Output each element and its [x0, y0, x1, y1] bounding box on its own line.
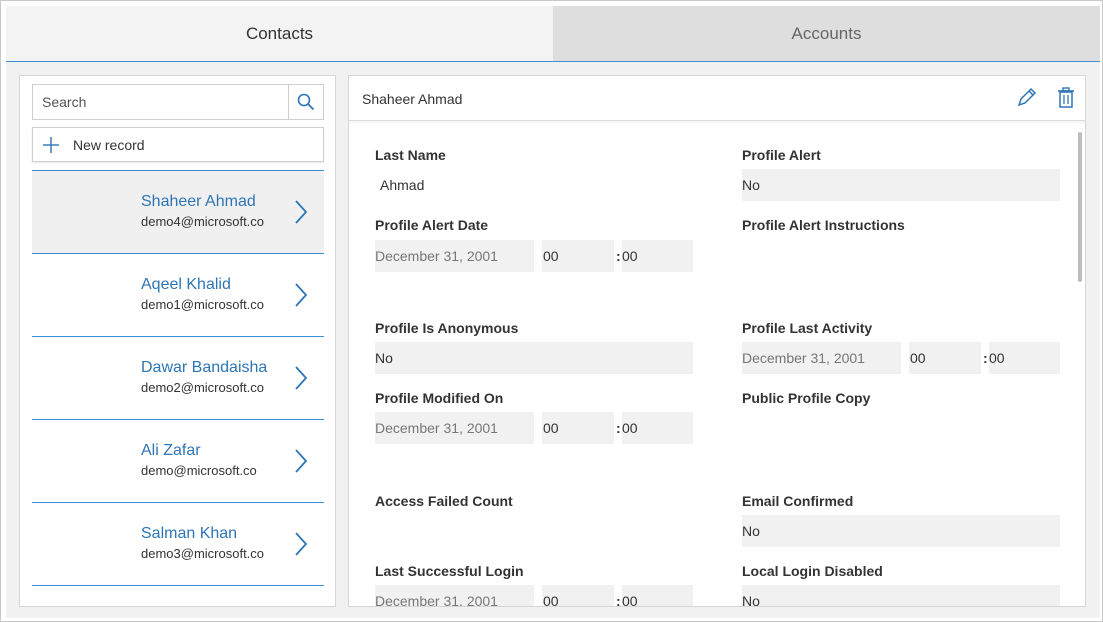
search-input[interactable]	[33, 85, 289, 119]
trash-icon	[1058, 87, 1074, 108]
profile-modified-on-label: Profile Modified On	[375, 390, 504, 406]
profile-alert-field[interactable]: No	[742, 169, 1060, 201]
access-failed-count-label: Access Failed Count	[375, 493, 513, 509]
profile-alert-date-field[interactable]: December 31, 2001	[375, 240, 534, 272]
profile-modified-on-minute-field[interactable]: 00	[622, 412, 693, 444]
contact-email: demo@microsoft.co	[141, 463, 257, 478]
time-separator: :	[616, 593, 621, 607]
profile-alert-hour-field[interactable]: 00	[542, 240, 614, 272]
contact-email: demo4@microsoft.co	[141, 214, 265, 229]
contact-name: Ali Zafar	[141, 442, 201, 459]
search-box	[32, 84, 324, 120]
profile-last-activity-label: Profile Last Activity	[742, 320, 873, 336]
contact-email: demo1@microsoft.co	[141, 297, 265, 312]
list-item[interactable]: Shaheer Ahmad demo4@microsoft.co	[32, 171, 324, 254]
contact-email: demo2@microsoft.co	[141, 380, 265, 395]
last-name-label: Last Name	[375, 147, 446, 163]
time-separator: :	[616, 420, 621, 436]
plus-icon	[43, 136, 59, 153]
profile-alert-minute-field[interactable]: 00	[622, 240, 693, 272]
last-successful-login-minute-field[interactable]: 00	[622, 585, 693, 606]
edit-button[interactable]	[1014, 86, 1038, 110]
new-record-button[interactable]: New record	[32, 127, 324, 162]
profile-modified-on-date-field[interactable]: December 31, 2001	[375, 412, 534, 444]
public-profile-copy-label: Public Profile Copy	[742, 390, 871, 406]
app-frame: Contacts Accounts New record	[0, 0, 1103, 622]
profile-modified-on-hour-field[interactable]: 00	[542, 412, 614, 444]
profile-alert-date-label: Profile Alert Date	[375, 217, 489, 233]
list-item[interactable]: Ali Zafar demo@microsoft.co	[32, 420, 324, 503]
list-item[interactable]: Aqeel Khalid demo1@microsoft.co	[32, 254, 324, 337]
new-record-label: New record	[73, 136, 145, 153]
detail-form: Last Name Ahmad Profile Alert No Profile…	[349, 122, 1085, 607]
last-name-field[interactable]: Ahmad	[375, 169, 693, 201]
local-login-disabled-field[interactable]: No	[742, 585, 1060, 606]
chevron-right-icon	[295, 283, 308, 307]
detail-panel: Shaheer Ahmad Last Name Ahmad Profile Al…	[348, 75, 1086, 607]
chevron-right-icon	[295, 449, 308, 473]
contacts-panel: New record Shaheer Ahmad demo4@microsoft…	[19, 75, 336, 607]
contact-name: Salman Khan	[141, 525, 238, 542]
email-confirmed-field[interactable]: No	[742, 515, 1060, 547]
detail-title: Shaheer Ahmad	[362, 91, 463, 107]
form-scrollbar[interactable]	[1078, 132, 1082, 282]
time-separator: :	[983, 350, 988, 366]
detail-header: Shaheer Ahmad	[349, 76, 1085, 121]
profile-is-anonymous-label: Profile Is Anonymous	[375, 320, 519, 336]
time-separator: :	[616, 248, 621, 264]
tab-accounts[interactable]: Accounts	[553, 6, 1100, 62]
local-login-disabled-label: Local Login Disabled	[742, 563, 883, 579]
chevron-right-icon	[295, 200, 308, 224]
tab-contacts[interactable]: Contacts	[6, 6, 553, 62]
contact-list: Shaheer Ahmad demo4@microsoft.co Aqeel K…	[32, 170, 324, 600]
email-confirmed-label: Email Confirmed	[742, 493, 854, 509]
profile-alert-label: Profile Alert	[742, 147, 821, 163]
chevron-right-icon	[295, 532, 308, 556]
profile-last-activity-minute-field[interactable]: 00	[989, 342, 1060, 374]
delete-button[interactable]	[1054, 86, 1078, 110]
contact-name: Shaheer Ahmad	[141, 193, 256, 210]
last-successful-login-hour-field[interactable]: 00	[542, 585, 614, 606]
search-button[interactable]	[288, 85, 323, 119]
list-item[interactable]: Salman Khan demo3@microsoft.co	[32, 503, 324, 586]
contact-name: Aqeel Khalid	[141, 276, 231, 293]
list-item[interactable]: Dawar Bandaisha demo2@microsoft.co	[32, 337, 324, 420]
chevron-right-icon	[295, 366, 308, 390]
profile-last-activity-hour-field[interactable]: 00	[909, 342, 981, 374]
last-successful-login-date-field[interactable]: December 31, 2001	[375, 585, 534, 606]
contact-name: Dawar Bandaisha	[141, 359, 268, 376]
profile-last-activity-date-field[interactable]: December 31, 2001	[742, 342, 901, 374]
pencil-icon	[1017, 87, 1037, 107]
contact-email: demo3@microsoft.co	[141, 546, 265, 561]
last-successful-login-label: Last Successful Login	[375, 563, 524, 579]
search-icon	[297, 93, 315, 111]
tab-bar: Contacts Accounts	[6, 6, 1100, 62]
profile-alert-instructions-label: Profile Alert Instructions	[742, 217, 905, 233]
profile-is-anonymous-field[interactable]: No	[375, 342, 693, 374]
